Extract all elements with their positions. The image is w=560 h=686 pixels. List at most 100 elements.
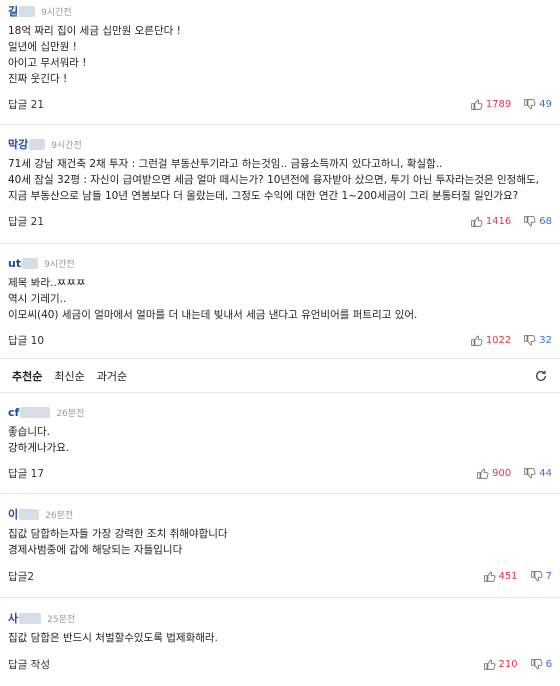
- reply-count: 21: [30, 215, 45, 228]
- comment: 이 26분전 집값 담합하는자들 가장 강력한 조치 취해야합니다 경제사범중에…: [0, 505, 560, 558]
- dislike-count: 7: [545, 570, 552, 582]
- comment-actions: 답글 10 1022 32: [8, 331, 552, 349]
- comment-body: 제목 봐라..ㅉㅉㅉ 역시 기레기.. 이모씨(40) 세금이 얼마에서 얼마를…: [8, 275, 552, 323]
- comment-author[interactable]: 이: [8, 506, 18, 522]
- dislike-button[interactable]: 44: [523, 467, 552, 480]
- comment-line: 40세 잠실 32평 : 자신이 급여받으면 세금 얼마 떼시는가? 10년전에…: [8, 174, 539, 186]
- reply-button[interactable]: 답글 21: [8, 97, 44, 112]
- thumbs-down-icon: [530, 658, 543, 669]
- comment-body: 18억 짜리 집이 세금 십만원 오른단다 ! 일년에 십만원 ! 아이고 무서…: [8, 23, 552, 87]
- comment: 사 25분전 집값 담합은 반드시 처벌할수있도록 법제화해라.: [0, 609, 560, 646]
- comment-body: 좋습니다. 강하게나가요.: [8, 424, 552, 456]
- comment: ut 9시간전 제목 봐라..ㅉㅉㅉ 역시 기레기.. 이모씨(40) 세금이 …: [0, 254, 560, 323]
- like-count: 451: [498, 570, 518, 582]
- thumbs-down-icon: [524, 467, 536, 478]
- thumbs-up-icon: [470, 99, 483, 110]
- dislike-count: 32: [539, 334, 552, 346]
- divider: [0, 597, 560, 598]
- comment-body: 집값 담합하는자들 가장 강력한 조치 취해야합니다 경제사범중에 갑에 해당되…: [8, 526, 552, 558]
- like-button[interactable]: 1789: [470, 98, 511, 111]
- comment-meta: 사 25분전: [8, 609, 552, 627]
- refresh-icon[interactable]: [534, 369, 548, 383]
- thumbs-down-icon: [524, 215, 536, 226]
- comment: 막강 9시간전 71세 강남 재건축 2채 투자 : 그런걸 부동산투기라고 하…: [0, 135, 560, 204]
- thumbs-up-icon: [477, 468, 489, 479]
- comment-meta: ut 9시간전: [8, 254, 552, 272]
- masked-author: [19, 612, 42, 624]
- reply-button[interactable]: 답글 17: [8, 466, 44, 481]
- comment-line: 71세 강남 재건축 2채 투자 : 그런걸 부동산투기라고 하는것임.. 금융…: [8, 158, 443, 170]
- comment-meta: 이 26분전: [8, 505, 552, 523]
- comment-line: 집값 담합은 반드시 처벌할수있도록 법제화해라.: [8, 632, 218, 644]
- comment-line: 18억 짜리 집이 세금 십만원 오른단다 !: [8, 25, 181, 37]
- comment-body: 71세 강남 재건축 2채 투자 : 그런걸 부동산투기라고 하는것임.. 금융…: [8, 156, 552, 204]
- comment-time: 9시간전: [51, 140, 82, 151]
- dislike-count: 68: [539, 215, 552, 227]
- reply-label: 답글: [8, 467, 28, 480]
- like-button[interactable]: 1416: [470, 215, 511, 228]
- comment-line: 제목 봐라..ㅉㅉㅉ: [8, 277, 86, 289]
- reply-label: 답글: [8, 98, 28, 111]
- divider: [0, 243, 560, 244]
- dislike-button[interactable]: 32: [523, 334, 552, 347]
- like-count: 1416: [485, 215, 512, 227]
- comment-author[interactable]: ut: [8, 257, 21, 270]
- divider: [0, 358, 560, 359]
- comment: cf 26분전 좋습니다. 강하게나가요.: [0, 403, 560, 456]
- sort-option-oldest[interactable]: 과거순: [97, 368, 127, 384]
- comment-author[interactable]: 사: [8, 610, 18, 626]
- comment-meta: 막강 9시간전: [8, 135, 552, 153]
- like-button[interactable]: 900: [476, 467, 511, 480]
- comment-author[interactable]: 길: [8, 3, 18, 19]
- comment-line: 강하게나가요.: [8, 442, 70, 454]
- comment-actions: 답글2 451 7: [8, 567, 552, 585]
- comment-time: 9시간전: [44, 259, 75, 270]
- dislike-count: 6: [545, 658, 552, 670]
- like-button[interactable]: 1022: [470, 334, 511, 347]
- comment-time: 26분전: [45, 510, 74, 521]
- comment-body: 집값 담합은 반드시 처벌할수있도록 법제화해라.: [8, 630, 552, 646]
- reply-label: 답글: [8, 334, 28, 347]
- masked-author: [20, 406, 51, 418]
- dislike-count: 49: [539, 98, 552, 110]
- like-count: 900: [492, 467, 512, 479]
- comment-time: 26분전: [56, 408, 85, 419]
- reply-button[interactable]: 답글 21: [8, 214, 44, 229]
- comment-line: 역시 기레기..: [8, 293, 67, 305]
- comment-author[interactable]: 막강: [8, 136, 28, 152]
- comment-time: 25분전: [47, 614, 76, 625]
- reply-button[interactable]: 답글 작성: [8, 657, 50, 672]
- comment-actions: 답글 작성 210 6: [8, 655, 552, 673]
- masked-author: [19, 5, 36, 17]
- comment: 길 9시간전 18억 짜리 집이 세금 십만원 오른단다 ! 일년에 십만원 !…: [0, 2, 560, 87]
- thumbs-up-icon: [470, 216, 483, 227]
- thumbs-up-icon: [470, 335, 483, 346]
- dislike-count: 44: [539, 467, 552, 479]
- like-button[interactable]: 451: [483, 570, 518, 583]
- sort-bar: 추천순 최신순 과거순: [0, 362, 560, 390]
- reply-label: 답글 작성: [8, 658, 50, 671]
- dislike-button[interactable]: 6: [530, 658, 552, 671]
- reply-button[interactable]: 답글 10: [8, 333, 44, 348]
- comment-line: 진짜 웃긴다 !: [8, 73, 68, 85]
- dislike-button[interactable]: 68: [523, 215, 552, 228]
- comment-meta: cf 26분전: [8, 403, 552, 421]
- thumbs-up-icon: [483, 571, 496, 582]
- sort-option-latest[interactable]: 최신순: [54, 368, 84, 384]
- comment-author[interactable]: cf: [8, 406, 19, 419]
- like-count: 210: [498, 658, 518, 670]
- masked-author: [19, 508, 40, 520]
- divider: [0, 124, 560, 125]
- reply-button[interactable]: 답글2: [8, 569, 34, 584]
- dislike-button[interactable]: 49: [523, 98, 552, 111]
- reply-count: 17: [30, 467, 45, 480]
- reply-label: 답글: [8, 570, 28, 583]
- dislike-button[interactable]: 7: [530, 570, 552, 583]
- like-button[interactable]: 210: [483, 658, 518, 671]
- comment-line: 아이고 무서워라 !: [8, 57, 87, 69]
- masked-author: [29, 138, 46, 150]
- reply-count: 2: [27, 570, 35, 583]
- like-count: 1789: [485, 98, 512, 110]
- comment-line: 이모씨(40) 세금이 얼마에서 얼마를 더 내는데 빚내서 세금 낸다고 유언…: [8, 309, 418, 321]
- sort-option-recommended[interactable]: 추천순: [12, 368, 42, 384]
